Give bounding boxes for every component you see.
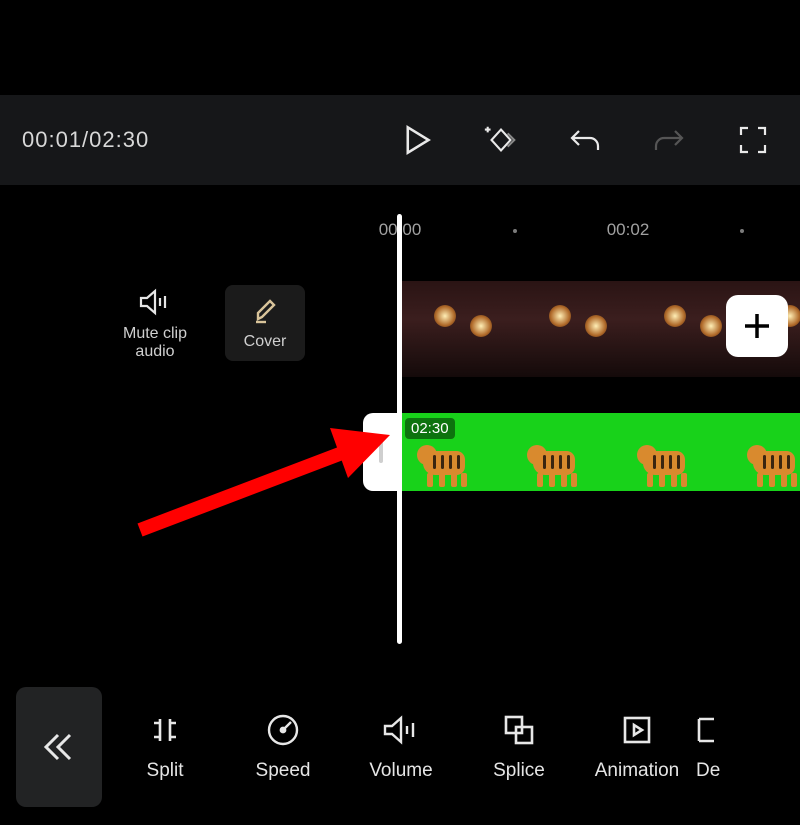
mute-clip-audio-button[interactable]: Mute clip audio <box>115 285 195 361</box>
ruler-mark: 00:02 <box>607 220 650 240</box>
playhead[interactable] <box>397 214 402 644</box>
tool-label: De <box>696 760 720 782</box>
split-icon <box>148 712 182 748</box>
playback-toolbar: 00:01/02:30 <box>0 95 800 185</box>
animation-icon <box>620 712 654 748</box>
redo-icon <box>652 126 686 154</box>
back-button[interactable] <box>16 687 102 807</box>
volume-icon <box>382 712 420 748</box>
clip-thumbnail <box>527 441 587 487</box>
tool-label: Volume <box>369 760 432 782</box>
tool-speed[interactable]: Speed <box>224 712 342 782</box>
plus-icon <box>740 309 774 343</box>
cover-label: Cover <box>244 333 287 351</box>
overlay-clip[interactable]: 02:30 <box>399 413 800 491</box>
add-keyframe-button[interactable] <box>482 121 520 159</box>
set-cover-button[interactable]: Cover <box>225 285 305 361</box>
delete-icon <box>696 712 716 748</box>
clip-thumbnail <box>637 441 697 487</box>
play-icon <box>403 125 431 155</box>
speed-icon <box>265 712 301 748</box>
undo-button[interactable] <box>566 121 604 159</box>
chevrons-left-icon <box>40 728 78 766</box>
tool-label: Animation <box>595 760 680 782</box>
clip-thumbnail <box>747 441 800 487</box>
tool-split[interactable]: Split <box>106 712 224 782</box>
tool-label: Split <box>147 760 184 782</box>
tool-label: Splice <box>493 760 545 782</box>
splice-icon <box>502 712 536 748</box>
mute-label-line1: Mute clip <box>123 325 187 343</box>
time-display: 00:01/02:30 <box>22 127 149 153</box>
play-button[interactable] <box>398 121 436 159</box>
tool-list[interactable]: Split Speed Volume <box>102 712 800 782</box>
tool-label: Speed <box>256 760 311 782</box>
mute-label-line2: audio <box>135 343 174 361</box>
fullscreen-button[interactable] <box>734 121 772 159</box>
edit-toolbar: Split Speed Volume <box>0 687 800 807</box>
clip-thumbnail <box>400 281 515 377</box>
ruler-tick <box>740 229 744 233</box>
ruler-tick <box>513 229 517 233</box>
tool-volume[interactable]: Volume <box>342 712 460 782</box>
undo-icon <box>568 126 602 154</box>
overlay-duration-badge: 02:30 <box>405 418 455 439</box>
fullscreen-icon <box>738 125 768 155</box>
overlay-track[interactable]: 02:30 <box>363 413 800 491</box>
playback-controls <box>398 121 778 159</box>
tool-animation[interactable]: Animation <box>578 712 696 782</box>
tool-delete[interactable]: De <box>696 712 742 782</box>
tool-splice[interactable]: Splice <box>460 712 578 782</box>
redo-button[interactable] <box>650 121 688 159</box>
add-keyframe-icon <box>482 123 520 157</box>
add-clip-button[interactable] <box>726 295 788 357</box>
clip-trim-handle-left[interactable] <box>363 413 399 491</box>
speaker-icon <box>138 285 172 319</box>
clip-thumbnail <box>515 281 630 377</box>
timeline-side-controls: Mute clip audio Cover <box>115 285 305 361</box>
pencil-icon <box>252 293 278 327</box>
clip-thumbnail <box>417 441 477 487</box>
